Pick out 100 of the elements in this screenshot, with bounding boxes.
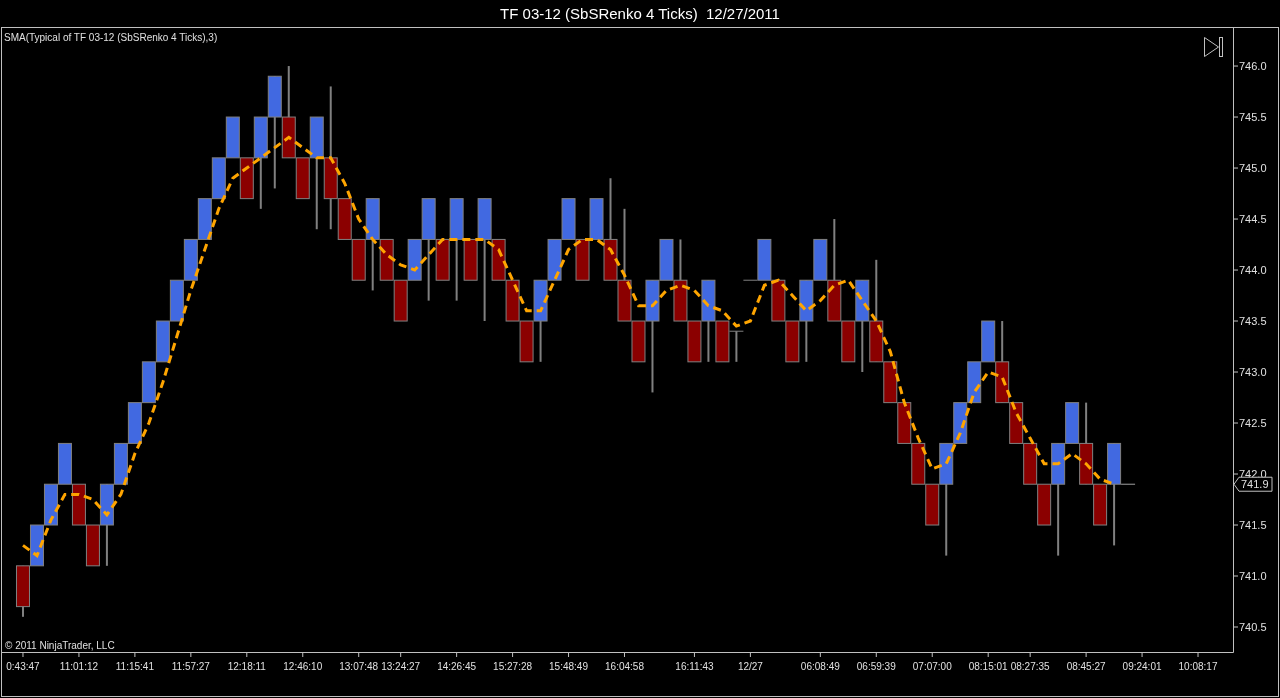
time-axis-label: 0:43:47 [6,661,40,672]
renko-brick [99,483,114,526]
time-axis-label: 07:07:00 [912,661,952,672]
renko-brick [267,75,282,118]
flat-bar-line [742,279,758,281]
renko-brick [701,279,716,322]
renko-brick [967,361,982,404]
price-marker: 741.9 [1233,476,1273,492]
renko-brick [603,238,618,281]
renko-brick [155,320,170,363]
renko-brick [841,320,856,363]
renko-brick [1023,442,1038,485]
renko-brick [645,279,660,322]
time-axis-label: 15:48:49 [549,661,588,672]
time-axis-label: 08:27:35 [1010,661,1050,672]
time-axis-label: 15:27:28 [493,661,533,672]
renko-brick [925,483,940,526]
renko-brick [365,198,380,240]
renko-brick [30,524,44,567]
renko-brick [113,442,128,485]
renko-brick [239,157,254,200]
time-axis-label: 16:11:43 [675,661,714,672]
price-axis-label: 741.5 [1239,519,1267,531]
renko-brick [85,524,100,567]
time-axis-label: 14:26:45 [437,661,477,672]
renko-brick [1051,442,1066,485]
renko-brick [869,320,884,363]
renko-brick [351,238,366,281]
price-axis-label: 745.0 [1239,162,1267,175]
flat-bar-line [728,330,744,332]
renko-brick [295,157,310,200]
renko-brick [995,361,1010,404]
renko-brick [631,320,646,363]
renko-brick [799,279,814,322]
renko-brick [589,198,604,240]
renko-brick [519,320,534,363]
renko-brick [505,279,520,322]
renko-brick [337,198,352,240]
renko-brick [281,116,296,159]
price-axis-label: 745.5 [1239,111,1267,124]
play-to-end-icon[interactable] [1204,37,1223,57]
last-price-line [1120,483,1136,485]
copyright-text: © 2011 NinjaTrader, LLC [5,640,115,651]
time-axis-label: 11:57:27 [171,661,210,672]
renko-brick [1009,402,1024,444]
renko-brick [421,198,436,240]
time-axis-label: 08:45:27 [1066,661,1106,672]
wick-line [735,330,738,363]
price-axis-label: 744.0 [1239,264,1267,277]
renko-brick [43,483,58,526]
renko-brick [1093,483,1108,526]
renko-brick [673,279,688,322]
renko-brick [953,402,968,444]
renko-brick [1065,402,1080,444]
renko-brick [575,238,590,281]
renko-brick [1079,442,1094,485]
price-axis-label: 740.5 [1239,621,1267,633]
renko-brick [477,198,492,240]
renko-brick [533,279,548,322]
renko-brick [771,279,786,322]
price-axis-label: 742.5 [1239,417,1267,429]
renko-brick [449,198,464,240]
indicator-label: SMA(Typical of TF 03-12 (SbSRenko 4 Ticks),3) [4,32,218,43]
time-axis-label: 13:07:48 [339,661,379,672]
renko-brick [813,238,828,281]
renko-brick [827,279,842,322]
renko-brick [435,238,450,281]
renko-brick [883,361,898,404]
time-axis-label: 16:04:58 [605,661,644,672]
time-axis-label: 12:18:11 [227,661,266,672]
renko-brick [141,361,156,404]
renko-brick [855,279,870,322]
renko-brick [547,238,562,281]
renko-brick [897,402,912,444]
chart-title: TF 03-12 (SbSRenko 4 Ticks) 12/27/2011 [500,5,780,22]
renko-brick [71,483,86,526]
price-axis-label: 743.0 [1239,366,1267,379]
renko-brick [407,238,422,281]
time-axis-label: 06:08:49 [800,661,840,672]
renko-brick [127,402,142,444]
price-axis-label: 746.0 [1239,60,1267,73]
renko-brick [379,238,394,281]
price-axis-label: 741.0 [1239,570,1267,582]
renko-brick [57,442,72,485]
renko-brick [687,320,702,363]
renko-brick [225,116,240,159]
time-axis-label: 10:08:17 [1178,661,1218,672]
price-axis-label: 743.5 [1239,315,1267,328]
time-axis-label: 11:15:41 [115,661,154,672]
renko-brick [715,320,730,363]
renko-brick [211,157,226,200]
time-axis-label: 12:46:10 [283,661,323,672]
renko-brick [659,238,674,281]
time-axis-label: 09:24:01 [1122,661,1162,672]
renko-brick [169,279,184,322]
renko-brick [253,116,268,159]
renko-brick [981,320,996,363]
renko-brick [785,320,800,363]
time-axis-label: 08:15:01 [968,661,1008,672]
renko-brick [323,157,338,200]
